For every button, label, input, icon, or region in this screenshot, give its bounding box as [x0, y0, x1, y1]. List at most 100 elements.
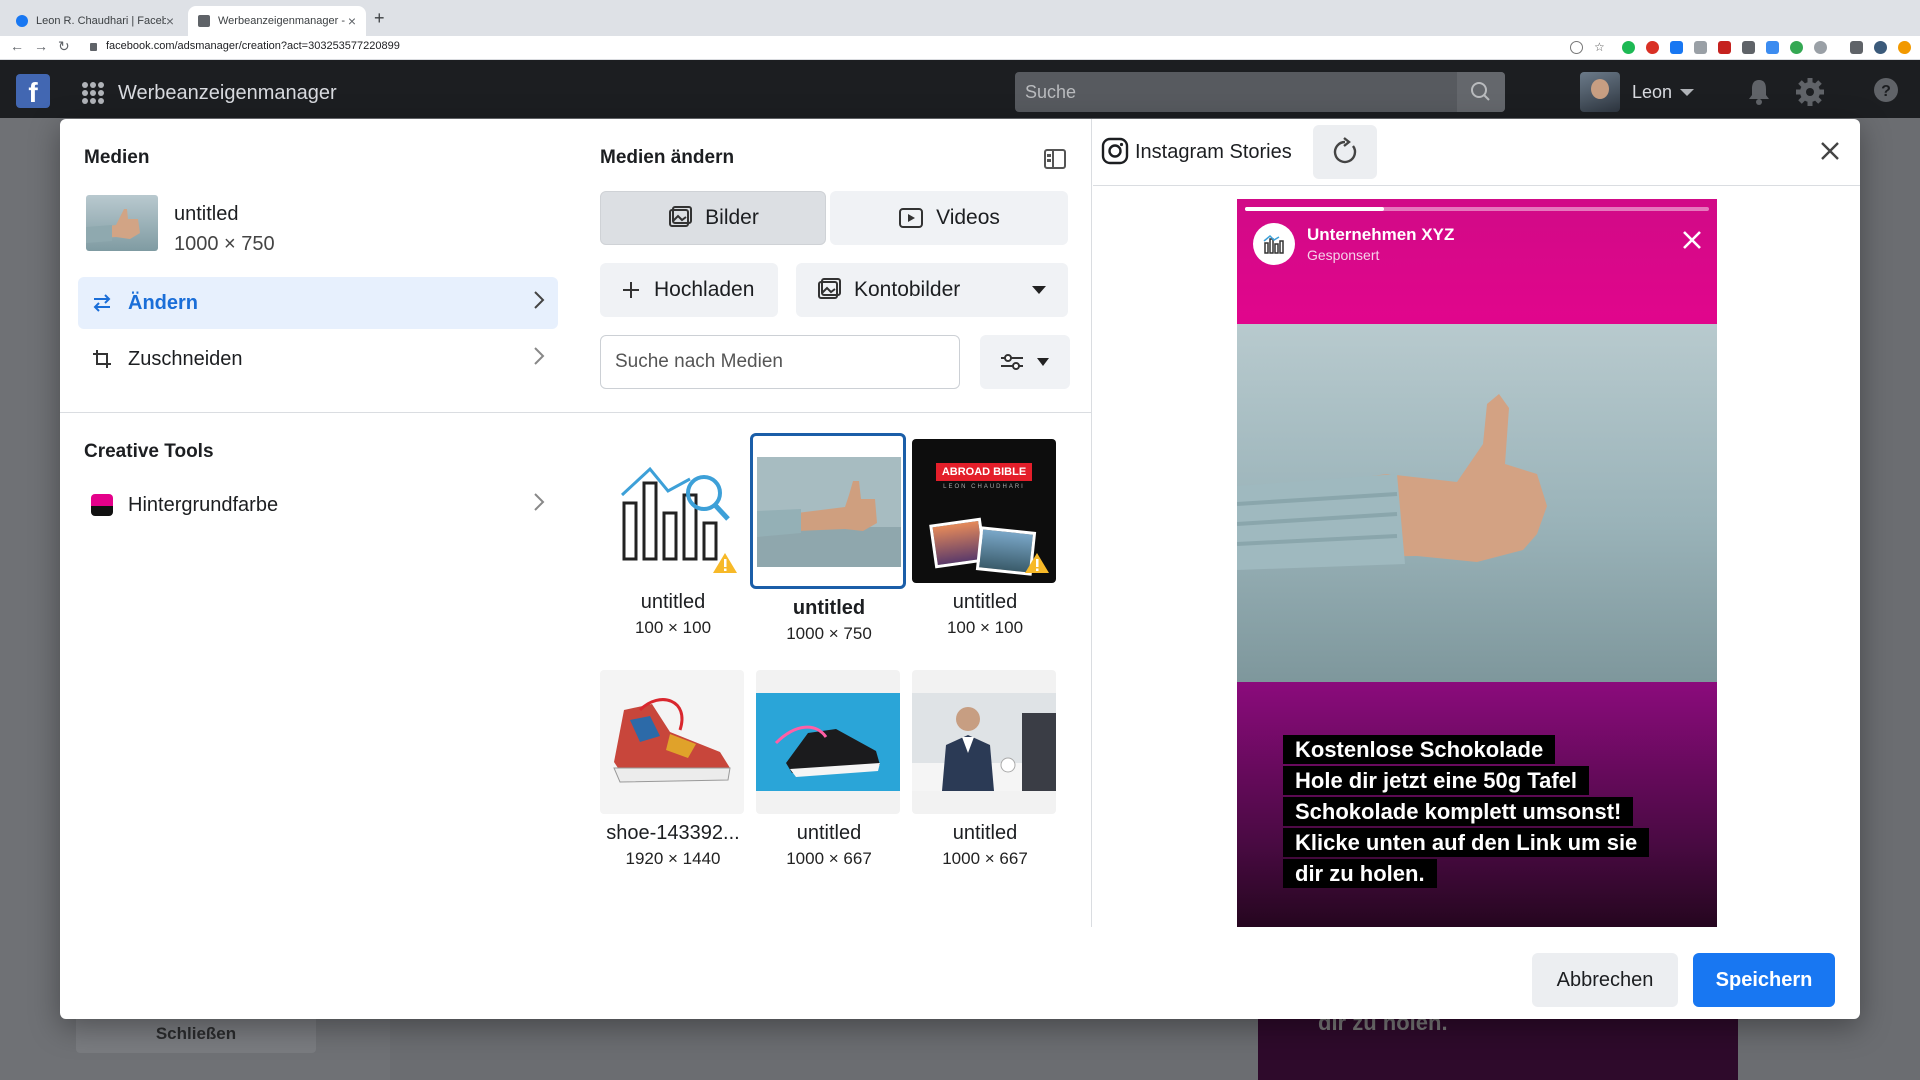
- thumbs-up-photo: [757, 457, 901, 567]
- forward-icon[interactable]: →: [34, 38, 48, 54]
- media-tile[interactable]: untitled 100 × 100: [600, 439, 746, 638]
- tile-dims: 1000 × 667: [786, 849, 872, 868]
- tile-name: untitled: [640, 591, 706, 613]
- extension-icon[interactable]: [1766, 41, 1779, 54]
- story-progress-bar: [1245, 207, 1709, 211]
- story-line: Schokolade komplett umsonst!: [1283, 797, 1634, 826]
- image-icon: [669, 206, 693, 227]
- abroad-sub-text: LEON CHAUDHARI: [943, 484, 1025, 490]
- media-tile[interactable]: untitled 1000 × 667: [912, 670, 1058, 869]
- background-color-button[interactable]: Hintergrundfarbe: [78, 479, 558, 531]
- media-tile[interactable]: shoe-143392... 1920 × 1440: [600, 670, 746, 869]
- reload-icon[interactable]: ↻: [58, 38, 70, 55]
- caret-down-icon: [1037, 358, 1049, 366]
- back-icon[interactable]: ←: [10, 38, 24, 54]
- avatar: [1580, 72, 1620, 112]
- warning-icon: [1025, 553, 1049, 573]
- extensions-menu-icon[interactable]: [1850, 41, 1863, 54]
- browser-tab-adsmanager[interactable]: Werbeanzeigenmanager - Crea ×: [188, 6, 366, 36]
- extension-icon[interactable]: [1718, 41, 1731, 54]
- extension-icon[interactable]: [1622, 41, 1635, 54]
- media-tile[interactable]: ABROAD BIBLE LEON CHAUDHARI untitled 100…: [912, 439, 1058, 638]
- help-icon[interactable]: ?: [1872, 76, 1900, 104]
- story-close-icon: [1683, 231, 1701, 249]
- refresh-preview-button[interactable]: [1313, 125, 1377, 179]
- media-modal: Medien untitled 1000 × 750 Ändern Zuschn…: [60, 119, 1860, 1019]
- upload-button[interactable]: Hochladen: [600, 263, 778, 317]
- crop-label: Zuschneiden: [128, 347, 243, 370]
- story-preview: Unternehmen XYZ Gesponsert Kostenlose Sc…: [1237, 199, 1717, 927]
- section-divider: [576, 412, 1092, 413]
- story-header: Unternehmen XYZ Gesponsert: [1237, 199, 1717, 324]
- account-images-dropdown[interactable]: Kontobilder: [796, 263, 1068, 317]
- tile-dims: 100 × 100: [946, 618, 1024, 637]
- extension-icon[interactable]: [1670, 41, 1683, 54]
- filter-button[interactable]: [980, 335, 1070, 389]
- facebook-search-input[interactable]: [1015, 72, 1455, 112]
- tab-videos[interactable]: Videos: [830, 191, 1068, 245]
- media-tile-selected[interactable]: untitled 1000 × 750: [750, 433, 906, 644]
- star-icon[interactable]: ☆: [1594, 41, 1607, 54]
- tab-images[interactable]: Bilder: [600, 191, 826, 245]
- selected-media-dims: 1000 × 750: [174, 233, 275, 255]
- story-text: Kostenlose Schokolade Hole dir jetzt ein…: [1283, 734, 1683, 889]
- media-settings-panel: Medien untitled 1000 × 750 Ändern Zuschn…: [60, 119, 576, 927]
- app-name: Werbeanzeigenmanager: [118, 82, 337, 104]
- instagram-icon: [1101, 137, 1129, 165]
- extension-icon[interactable]: [1814, 41, 1827, 54]
- profile-icon[interactable]: [1874, 41, 1887, 54]
- tab-label: Leon R. Chaudhari | Facebook: [36, 15, 166, 27]
- extension-icon[interactable]: [1790, 41, 1803, 54]
- user-menu[interactable]: Leon: [1580, 72, 1702, 112]
- close-icon[interactable]: [1818, 139, 1842, 163]
- facebook-logo-icon[interactable]: f: [16, 74, 50, 108]
- save-button[interactable]: Speichern: [1693, 953, 1835, 1007]
- story-line: Hole dir jetzt eine 50g Tafel: [1283, 766, 1589, 795]
- url-text[interactable]: facebook.com/adsmanager/creation?act=303…: [106, 40, 400, 52]
- change-media-button[interactable]: Ändern: [78, 277, 558, 329]
- video-icon: [899, 208, 924, 228]
- background-close-button: Schließen: [76, 1015, 316, 1053]
- update-icon[interactable]: [1898, 41, 1911, 54]
- media-tile[interactable]: untitled 1000 × 667: [756, 670, 902, 869]
- tile-image: ABROAD BIBLE LEON CHAUDHARI: [912, 439, 1056, 583]
- media-picker-panel: Medien ändern Bilder Videos Hochladen Ko…: [576, 119, 1092, 927]
- apps-grid-icon[interactable]: [82, 82, 104, 104]
- tile-dims: 1000 × 750: [786, 624, 872, 643]
- extension-icon[interactable]: [1646, 41, 1659, 54]
- refresh-icon: [1333, 137, 1357, 164]
- extension-icon[interactable]: [1694, 41, 1707, 54]
- selected-media-name: untitled: [174, 203, 239, 225]
- tile-image: [600, 439, 744, 583]
- bell-icon[interactable]: [1744, 76, 1774, 106]
- chevron-down-icon: [1680, 89, 1695, 96]
- crop-icon: [93, 350, 111, 368]
- story-image: [1237, 324, 1717, 682]
- tab-videos-label: Videos: [936, 206, 1000, 229]
- browser-tab-facebook[interactable]: Leon R. Chaudhari | Facebook ×: [6, 6, 184, 36]
- tile-image: [756, 670, 900, 814]
- close-tab-icon[interactable]: ×: [348, 13, 356, 29]
- close-tab-icon[interactable]: ×: [166, 13, 174, 29]
- upload-label: Hochladen: [654, 278, 755, 301]
- layout-toggle-icon[interactable]: [1043, 147, 1067, 171]
- user-name: Leon: [1632, 81, 1673, 102]
- new-tab-icon[interactable]: +: [374, 8, 385, 29]
- sponsored-label: Gesponsert: [1307, 247, 1380, 263]
- search-icon: [1471, 82, 1490, 101]
- cancel-button[interactable]: Abbrechen: [1532, 953, 1678, 1007]
- blue-shoe-photo: [756, 693, 900, 791]
- sneaker-photo: [613, 698, 731, 783]
- extension-icon[interactable]: [1742, 41, 1755, 54]
- zoom-icon[interactable]: [1570, 41, 1583, 54]
- search-button[interactable]: [1457, 72, 1505, 112]
- plus-icon: [623, 282, 639, 298]
- change-media-title: Medien ändern: [600, 147, 735, 168]
- chevron-right-icon: [534, 291, 545, 309]
- tile-dims: 1000 × 667: [942, 849, 1028, 868]
- gear-icon[interactable]: [1794, 76, 1826, 108]
- selected-media-thumbnail: [86, 195, 158, 251]
- story-text-area: Kostenlose Schokolade Hole dir jetzt ein…: [1237, 682, 1717, 927]
- crop-button[interactable]: Zuschneiden: [78, 333, 558, 385]
- media-search-input[interactable]: [600, 335, 960, 389]
